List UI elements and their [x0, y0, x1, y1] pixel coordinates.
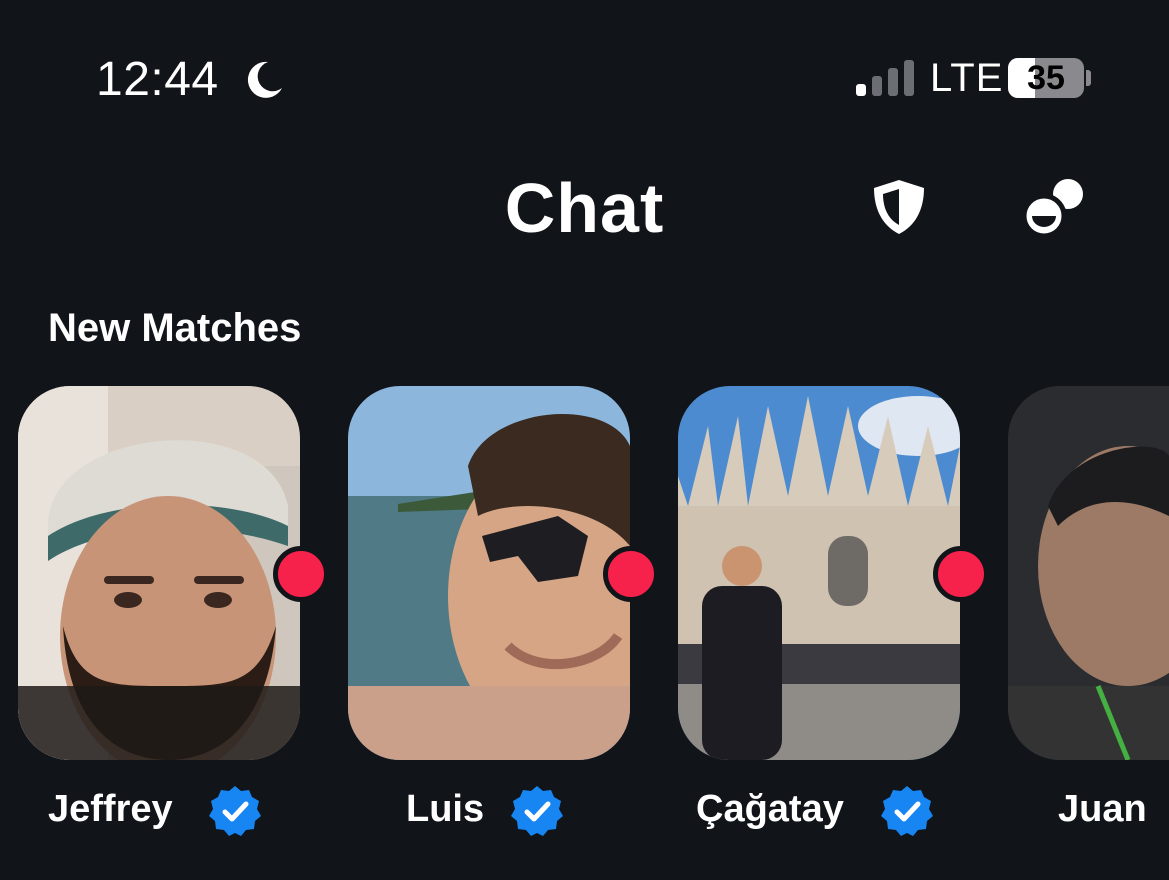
status-time: 12:44 — [96, 53, 219, 106]
match-card-jeffrey[interactable] — [18, 386, 300, 760]
verified-badge-icon — [511, 786, 563, 836]
profile-photo — [1008, 386, 1169, 760]
match-name: Juan — [1058, 788, 1147, 830]
unread-dot — [603, 546, 659, 602]
verified-badge-icon — [209, 786, 261, 836]
signal-icon — [856, 60, 914, 96]
network-label: LTE — [930, 56, 1004, 100]
match-card-cagatay[interactable] — [678, 386, 960, 760]
unread-dot — [933, 546, 989, 602]
section-title-new-matches: New Matches — [48, 306, 302, 350]
profile-photo — [348, 386, 630, 760]
battery-nub — [1086, 70, 1091, 86]
verified-badge-icon — [881, 786, 933, 836]
match-name: Çağatay — [696, 788, 844, 830]
match-name: Jeffrey — [48, 788, 173, 830]
match-card-luis[interactable] — [348, 386, 630, 760]
moon-icon — [247, 61, 282, 98]
people-icon[interactable] — [1022, 176, 1088, 238]
shield-icon[interactable] — [868, 176, 930, 238]
match-card-juan[interactable] — [1008, 386, 1169, 760]
battery-percent: 35 — [1027, 59, 1065, 97]
page-title: Chat — [504, 169, 665, 247]
match-name: Luis — [406, 788, 485, 830]
unread-dot — [273, 546, 329, 602]
battery-icon: 35 — [1008, 58, 1084, 98]
profile-photo — [678, 386, 960, 760]
profile-photo — [18, 386, 300, 760]
